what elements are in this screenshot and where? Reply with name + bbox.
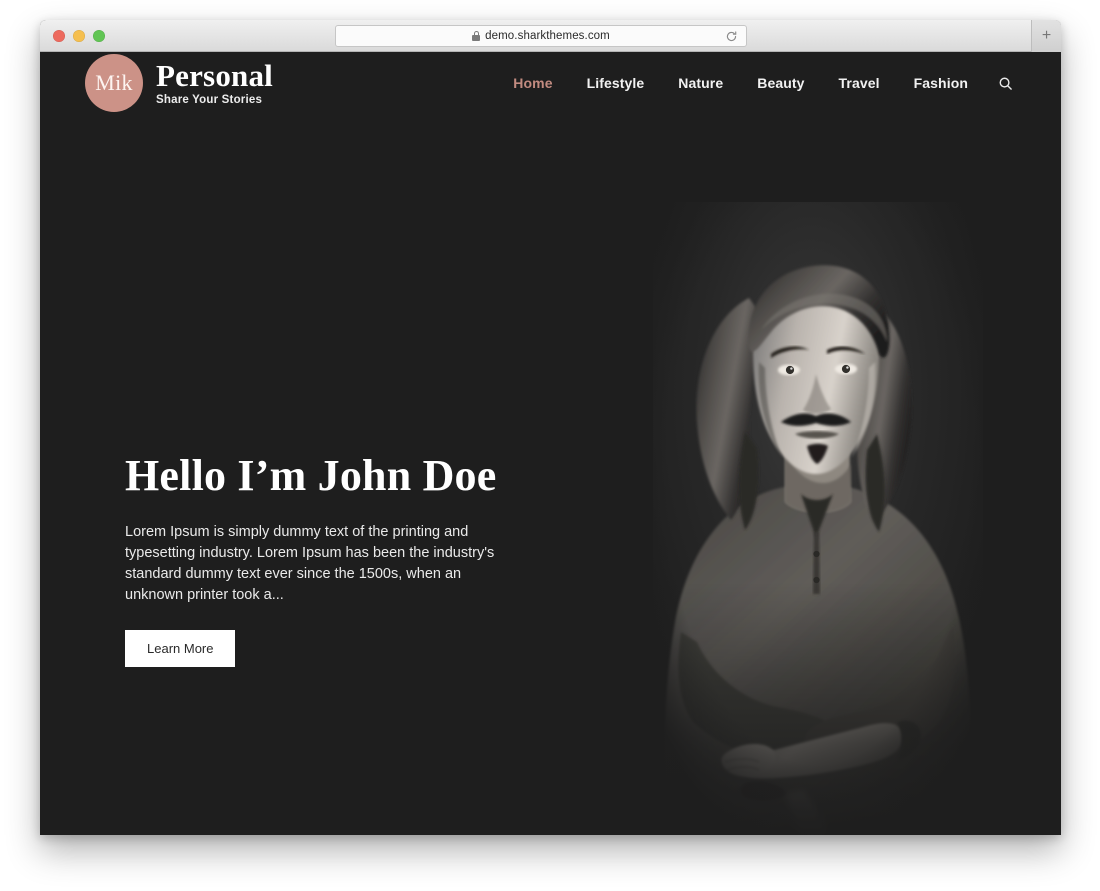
site-header: Mik Personal Share Your Stories Home Lif… [40,52,1061,114]
address-bar[interactable]: demo.sharkthemes.com [335,25,747,47]
hero-description: Lorem Ipsum is simply dummy text of the … [125,524,495,604]
url-text: demo.sharkthemes.com [485,30,610,42]
lock-icon [472,31,481,41]
brand-tagline: Share Your Stories [156,94,263,107]
window-controls [40,29,105,42]
brand-logo[interactable]: Mik Personal Share Your Stories [85,54,273,112]
zoom-button[interactable] [93,29,105,42]
nav-item-fashion[interactable]: Fashion [897,75,985,91]
nav-item-nature[interactable]: Nature [661,75,740,91]
browser-chrome-bar: demo.sharkthemes.com + [40,20,1061,52]
main-navigation: Home Lifestyle Nature Beauty Travel Fash… [496,72,1016,94]
website-viewport: Mik Personal Share Your Stories Home Lif… [40,52,1061,835]
reload-icon[interactable] [725,30,738,43]
new-tab-button[interactable]: + [1031,20,1061,52]
hero-section: Hello I’m John Doe Lorem Ipsum is simply… [40,114,1061,668]
minimize-button[interactable] [73,29,85,42]
nav-item-home[interactable]: Home [496,75,569,91]
hero-title: Hello I’m John Doe [125,451,497,500]
nav-item-travel[interactable]: Travel [822,75,897,91]
nav-item-lifestyle[interactable]: Lifestyle [570,75,662,91]
browser-window: demo.sharkthemes.com + Mik Personal Shar… [40,20,1061,835]
brand-text: Personal Share Your Stories [156,57,273,107]
learn-more-button[interactable]: Learn More [125,630,236,668]
nav-item-beauty[interactable]: Beauty [740,75,821,91]
brand-monogram: Mik [85,54,143,112]
search-icon[interactable] [994,72,1016,94]
brand-title: Personal [156,57,273,93]
close-button[interactable] [53,29,65,42]
